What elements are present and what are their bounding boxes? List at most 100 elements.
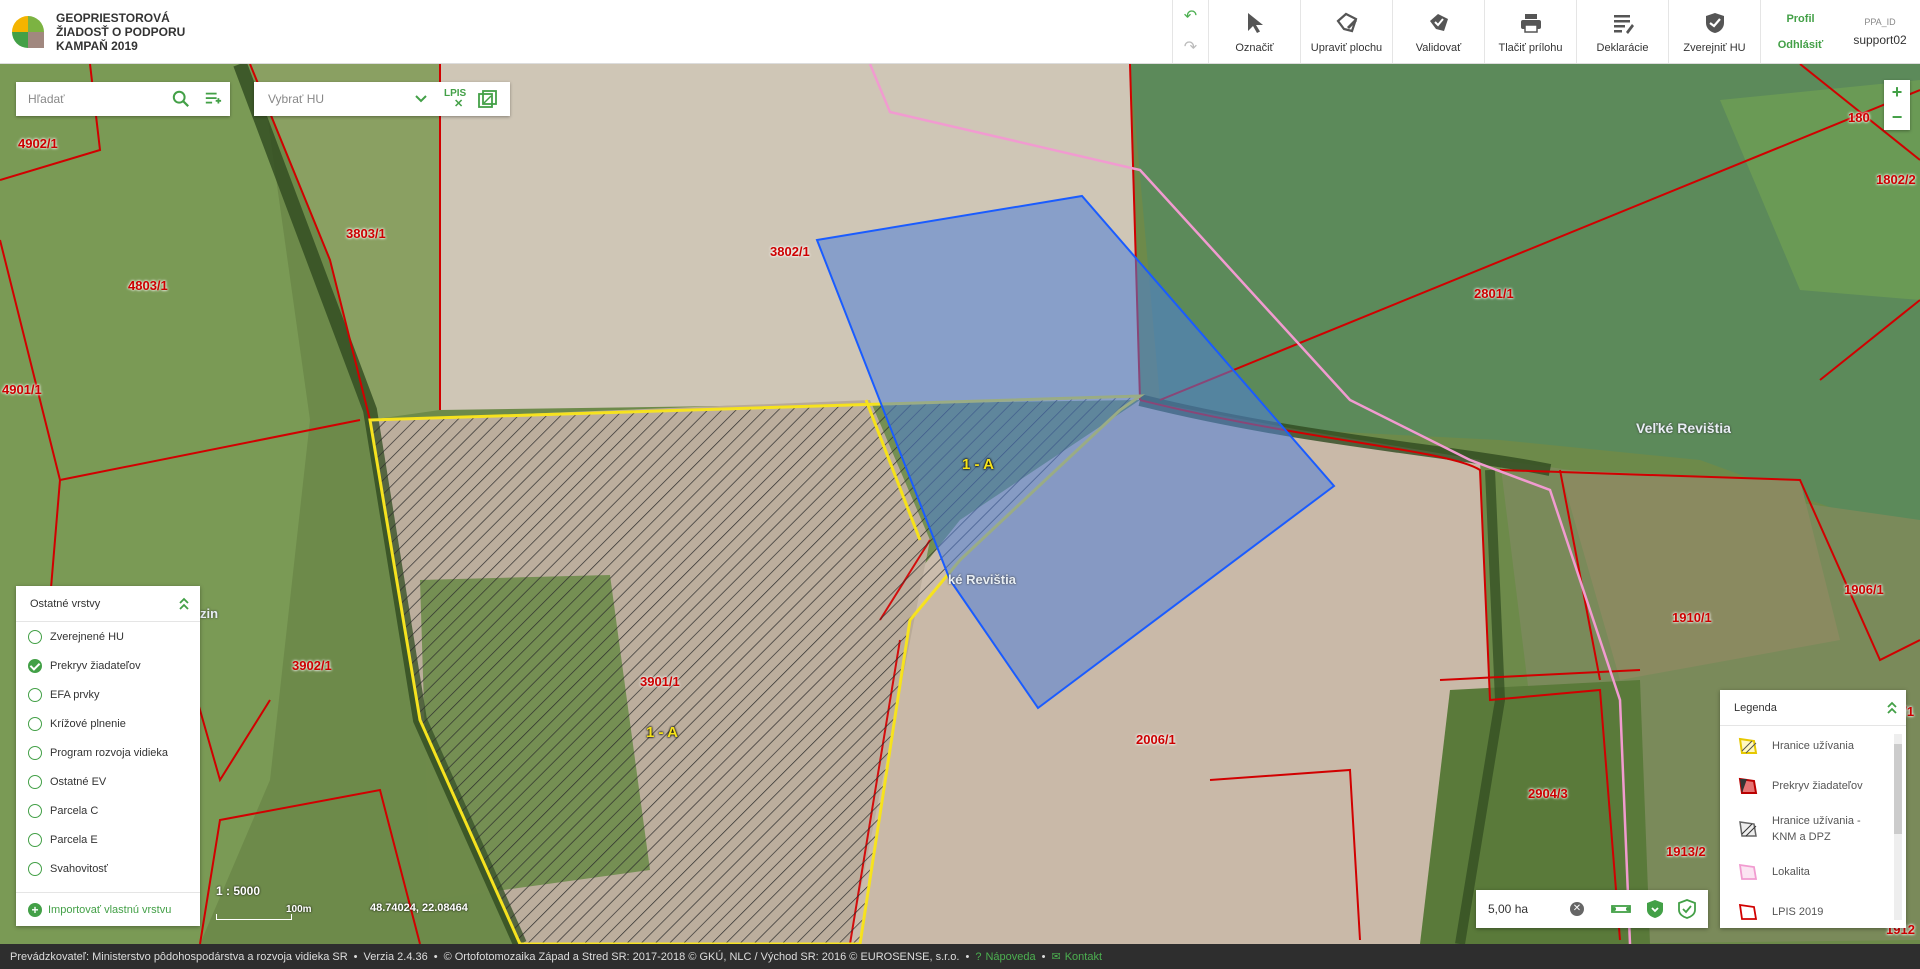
- hu-label: 1 - A: [646, 724, 678, 741]
- lpis-toggle[interactable]: LPIS ✕: [444, 88, 466, 110]
- layer-item[interactable]: Parcela C: [16, 796, 200, 825]
- parcel-label: 4803/1: [128, 278, 168, 293]
- list-search-icon[interactable]: [204, 90, 222, 108]
- layer-item[interactable]: Zverejnené HU: [16, 622, 200, 651]
- undo-redo-group: ↶ ↷: [1172, 0, 1208, 63]
- legend-header[interactable]: Legenda: [1720, 690, 1906, 726]
- legend-title: Legenda: [1734, 701, 1777, 714]
- layer-item[interactable]: Ostatné EV: [16, 767, 200, 796]
- map-canvas[interactable]: 4902/1 3803/1 4803/1 4901/1 3802/1 2801/…: [0, 64, 1920, 944]
- profile-link[interactable]: Profil: [1786, 13, 1814, 25]
- radio-icon[interactable]: [28, 774, 42, 789]
- declarations-button[interactable]: Deklarácie: [1576, 0, 1668, 63]
- mark-label: Označiť: [1235, 41, 1274, 54]
- chevron-down-icon[interactable]: [414, 92, 428, 106]
- hu-label: 1 - A: [962, 456, 994, 473]
- polygon-check-icon: [1429, 13, 1448, 31]
- app-title-line2: ŽIADOSŤ O PODPORU: [56, 24, 186, 39]
- measure-icon[interactable]: [1610, 899, 1632, 919]
- zoom-in-button[interactable]: +: [1884, 80, 1910, 105]
- search-placeholder: Hľadať: [28, 92, 65, 106]
- app-logo: GEOPRIESTOROVÁ ŽIADOSŤ O PODPORU KAMPAŇ …: [0, 0, 300, 63]
- parcel-label: 1910/1: [1672, 610, 1712, 625]
- import-layer-button[interactable]: + Importovať vlastnú vrstvu: [16, 892, 200, 926]
- radio-icon[interactable]: [28, 629, 42, 644]
- legend-label: Lokalita: [1772, 866, 1810, 878]
- layer-item[interactable]: Prekryv žiadateľov: [16, 651, 200, 680]
- footer: Prevádzkovateľ: Ministerstvo pôdohospodá…: [0, 944, 1920, 969]
- legend-item: Hranice užívania: [1720, 726, 1906, 766]
- parcel-label: 3802/1: [770, 244, 810, 259]
- legend-label: Prekryv žiadateľov: [1772, 780, 1863, 792]
- shield-down-icon[interactable]: [1644, 899, 1666, 919]
- layer-label: Parcela E: [50, 833, 98, 846]
- area-input[interactable]: 5,00 ha ✕: [1476, 890, 1708, 928]
- radio-checked-icon[interactable]: [28, 658, 42, 673]
- layers-icon[interactable]: [478, 90, 498, 108]
- validate-button[interactable]: Validovať: [1392, 0, 1484, 63]
- shield-check-icon: [1705, 12, 1724, 33]
- radio-icon[interactable]: [28, 716, 42, 731]
- layer-item[interactable]: Krížové plnenie: [16, 709, 200, 738]
- legend-label: Hranice užívania: [1772, 740, 1854, 752]
- zoom-out-button[interactable]: −: [1884, 105, 1910, 130]
- collapse-icon[interactable]: [1886, 700, 1898, 716]
- app-header: GEOPRIESTOROVÁ ŽIADOSŤ O PODPORU KAMPAŇ …: [0, 0, 1920, 64]
- layer-item[interactable]: Program rozvoja vidieka: [16, 738, 200, 767]
- scale-ratio: 1 : 5000: [216, 884, 261, 898]
- layer-item[interactable]: Svahovitosť: [16, 854, 200, 883]
- validate-label: Validovať: [1415, 41, 1462, 54]
- hu-select[interactable]: Vybrať HU LPIS ✕: [254, 82, 510, 116]
- logo-icon: [12, 15, 44, 48]
- legend-panel: Legenda Hranice užívania Prekryv žiadate…: [1720, 690, 1906, 928]
- search-icon[interactable]: [172, 90, 190, 108]
- undo-icon[interactable]: ↶: [1184, 6, 1197, 26]
- shield-up-icon[interactable]: [1676, 899, 1698, 919]
- app-title-line1: GEOPRIESTOROVÁ: [56, 10, 170, 25]
- edit-area-button[interactable]: Upraviť plochu: [1300, 0, 1392, 63]
- locality-swatch: [1738, 863, 1758, 880]
- profile-group: Profil Odhlásiť: [1760, 0, 1840, 63]
- print-button[interactable]: Tlačiť prílohu: [1484, 0, 1576, 63]
- legend-item: Hranice užívania - KNM a DPZ: [1720, 806, 1906, 852]
- footer-version: Verzia 2.4.36: [363, 950, 428, 963]
- ortho-map: [0, 64, 1920, 944]
- help-icon: ?: [975, 950, 982, 963]
- collapse-icon[interactable]: [178, 596, 190, 612]
- legend-item: Lokalita: [1720, 852, 1906, 892]
- help-link[interactable]: Nápoveda: [985, 951, 1035, 963]
- cursor-coordinates: 48.74024, 22.08464: [370, 902, 468, 914]
- publish-hu-label: Zverejniť HU: [1683, 41, 1746, 54]
- radio-icon[interactable]: [28, 745, 42, 760]
- radio-icon[interactable]: [28, 861, 42, 876]
- town-label: ké Revištia: [948, 572, 1016, 587]
- user-id-label: PPA_ID: [1864, 16, 1896, 27]
- radio-icon[interactable]: [28, 687, 42, 702]
- layers-panel: Ostatné vrstvy Zverejnené HU Prekryv žia…: [16, 586, 200, 926]
- layer-item[interactable]: EFA prvky: [16, 680, 200, 709]
- clear-icon[interactable]: ✕: [1570, 902, 1584, 916]
- redo-icon[interactable]: ↷: [1184, 37, 1197, 57]
- contact-link[interactable]: Kontakt: [1065, 951, 1102, 963]
- parcel-label: 3901/1: [640, 674, 680, 689]
- parcel-label: 4901/1: [2, 382, 42, 397]
- logout-link[interactable]: Odhlásiť: [1778, 39, 1824, 51]
- layer-label: Prekryv žiadateľov: [50, 659, 141, 672]
- polygon-edit-icon: [1336, 12, 1357, 32]
- search-input[interactable]: Hľadať: [16, 82, 230, 116]
- radio-icon[interactable]: [28, 803, 42, 818]
- layer-item[interactable]: Parcela E: [16, 825, 200, 854]
- publish-hu-button[interactable]: Zverejniť HU: [1668, 0, 1760, 63]
- knm-dpz-swatch: [1739, 821, 1757, 837]
- mark-button[interactable]: Označiť: [1208, 0, 1300, 63]
- scale-bar: [216, 914, 292, 920]
- parcel-label: 3902/1: [292, 658, 332, 673]
- list-icon: [1613, 14, 1634, 34]
- layers-header[interactable]: Ostatné vrstvy: [16, 586, 200, 622]
- printer-icon: [1520, 13, 1541, 33]
- parcel-label: 1906/1: [1844, 582, 1884, 597]
- town-label: zin: [200, 606, 219, 621]
- legend-scrollbar[interactable]: [1894, 734, 1902, 920]
- radio-icon[interactable]: [28, 832, 42, 847]
- zoom-control: + −: [1884, 80, 1910, 130]
